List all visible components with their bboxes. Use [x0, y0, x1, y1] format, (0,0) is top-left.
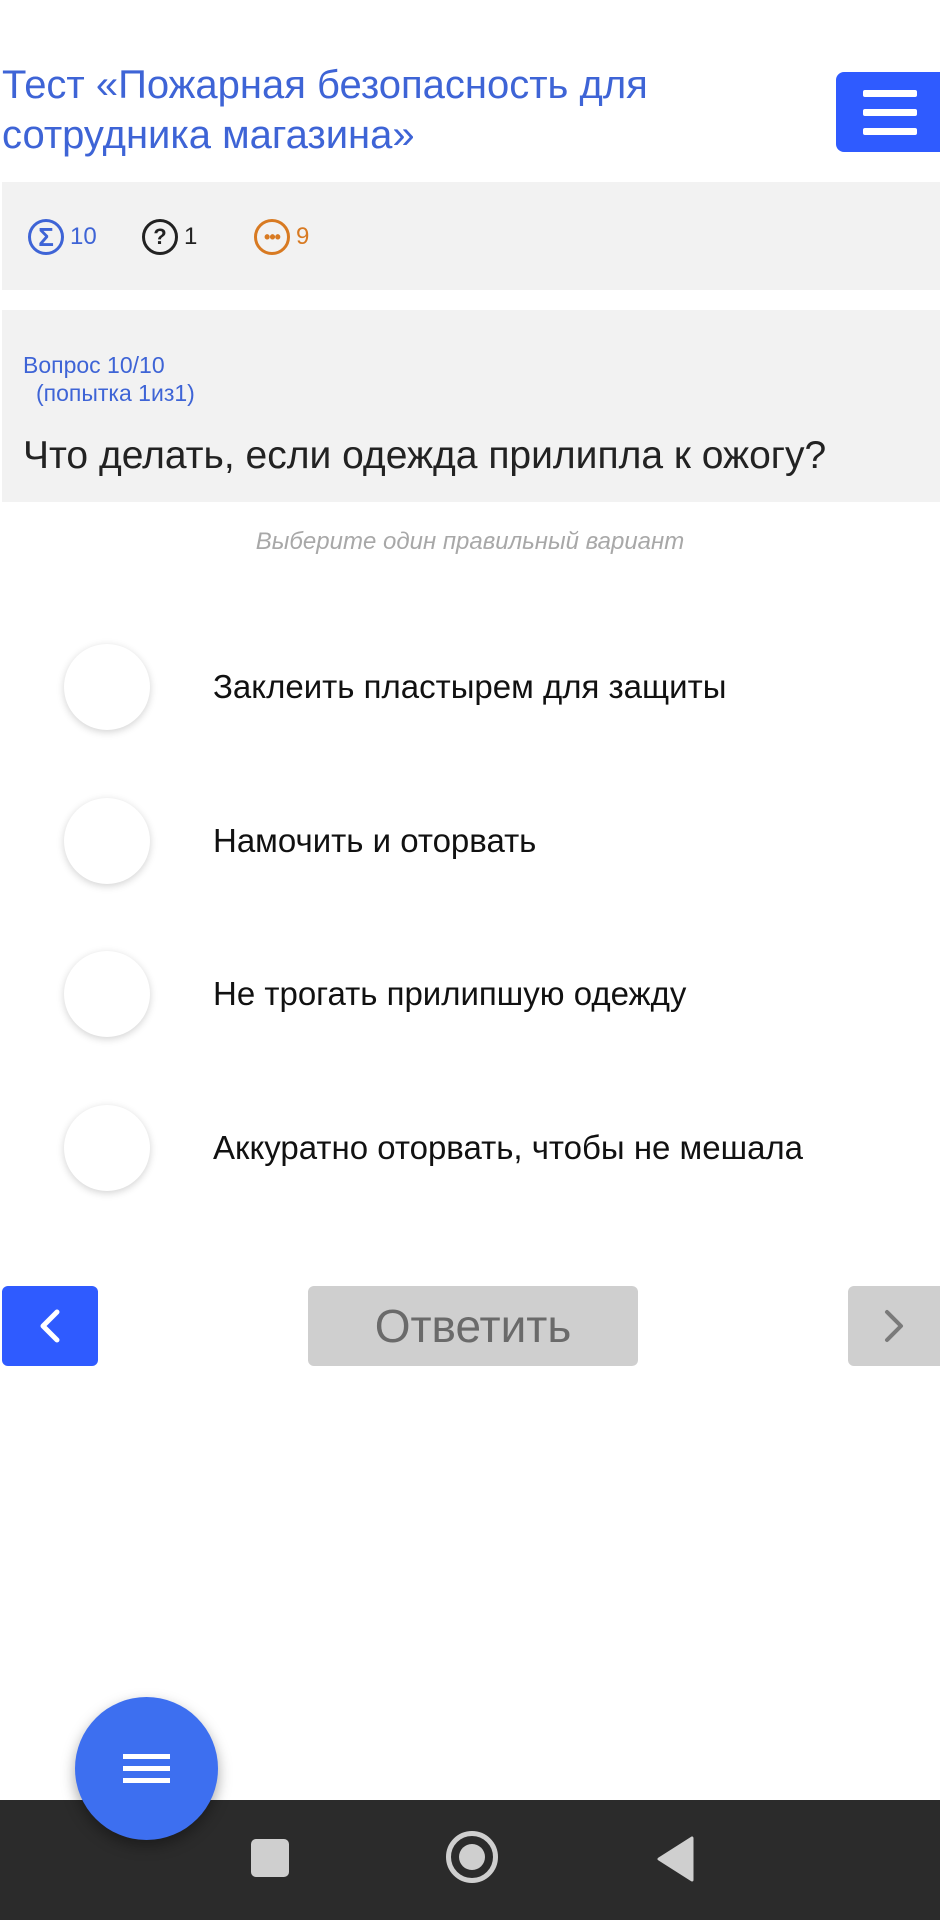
answer-option-label[interactable]: Заклеить пластырем для защиты	[213, 668, 726, 706]
answer-option-label[interactable]: Аккуратно оторвать, чтобы не мешала	[213, 1129, 803, 1167]
page-title: Тест «Пожарная безопасность для сотрудни…	[2, 63, 648, 157]
submit-answer-button[interactable]: Ответить	[308, 1286, 638, 1366]
chevron-left-icon	[40, 1309, 60, 1343]
radio-button[interactable]	[64, 1105, 150, 1191]
chevron-right-icon	[885, 1310, 903, 1342]
question-icon: ?	[142, 219, 178, 255]
question-text: Что делать, если одежда прилипла к ожогу…	[23, 434, 827, 477]
floating-menu-button[interactable]	[75, 1697, 218, 1840]
previous-question-button[interactable]	[2, 1286, 98, 1366]
radio-button[interactable]	[64, 951, 150, 1037]
recent-apps-icon[interactable]	[251, 1839, 289, 1877]
quiz-screen: Тест «Пожарная безопасность для сотрудни…	[0, 0, 940, 1920]
stat-unanswered-value: 1	[184, 223, 198, 250]
attempt-counter: (попытка 1из1)	[36, 380, 195, 406]
back-icon[interactable]	[656, 1836, 696, 1882]
stat-remaining-value: 9	[296, 223, 310, 250]
answer-option-label[interactable]: Намочить и оторвать	[213, 822, 536, 860]
stat-unanswered: ? 1	[142, 218, 197, 256]
answer-option[interactable]: Намочить и оторвать	[0, 796, 940, 886]
question-panel: Вопрос 10/10 (попытка 1из1) Что делать, …	[2, 310, 940, 502]
answer-option[interactable]: Не трогать прилипшую одежду	[0, 949, 940, 1039]
menu-button[interactable]	[836, 72, 940, 152]
home-icon[interactable]	[446, 1831, 498, 1883]
stat-total-value: 10	[70, 223, 97, 250]
stats-bar: Σ 10 ? 1 ••• 9	[2, 182, 940, 290]
answer-option[interactable]: Аккуратно оторвать, чтобы не мешала	[0, 1103, 940, 1193]
answer-option[interactable]: Заклеить пластырем для защиты	[0, 642, 940, 732]
next-question-button[interactable]	[848, 1286, 940, 1366]
radio-button[interactable]	[64, 644, 150, 730]
sigma-icon: Σ	[28, 219, 64, 255]
stat-total-questions: Σ 10	[28, 218, 97, 256]
stat-remaining: ••• 9	[254, 218, 309, 256]
answer-option-label[interactable]: Не трогать прилипшую одежду	[213, 975, 686, 1013]
radio-button[interactable]	[64, 798, 150, 884]
question-counter: Вопрос 10/10	[23, 352, 165, 378]
answer-hint: Выберите один правильный вариант	[255, 528, 685, 555]
ellipsis-icon: •••	[254, 219, 290, 255]
